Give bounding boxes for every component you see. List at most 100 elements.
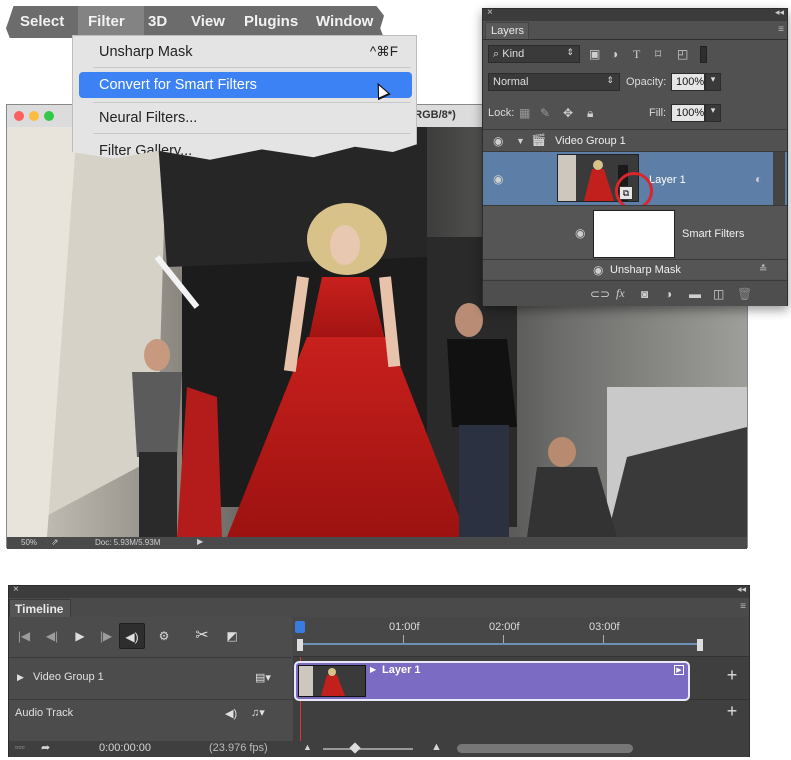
menu-filter[interactable]: Filter: [88, 13, 125, 30]
mute-audio-icon[interactable]: ◀): [119, 623, 145, 649]
play-icon[interactable]: ▶: [69, 623, 91, 649]
disclosure-triangle-icon[interactable]: ▶: [17, 672, 24, 683]
track-video-group[interactable]: ▶ Video Group 1 ▤▾: [9, 657, 292, 699]
ruler-label: 01:00f: [389, 621, 420, 633]
settings-gear-icon[interactable]: ⚙: [151, 623, 177, 649]
shape-layer-filter-icon[interactable]: ⌑: [655, 47, 661, 61]
add-mask-icon[interactable]: ◙: [641, 287, 648, 301]
fill-input[interactable]: 100%: [671, 104, 705, 122]
menu-item-neural-filters[interactable]: Neural Filters...: [79, 105, 412, 131]
add-media-button[interactable]: +: [718, 665, 746, 693]
menu-plugins[interactable]: Plugins: [244, 13, 298, 30]
menu-select[interactable]: Select: [20, 13, 64, 30]
clip-options-icon[interactable]: ▶: [674, 665, 684, 675]
menu-window[interactable]: Window: [316, 13, 373, 30]
layer-row-unsharp-mask[interactable]: ◉ Unsharp Mask ≛: [483, 259, 787, 279]
zoom-in-mountain-icon[interactable]: ▲: [431, 741, 442, 753]
collapse-panel-icon[interactable]: ◂◂: [737, 584, 746, 595]
pixel-layer-filter-icon[interactable]: ▣: [589, 47, 600, 61]
visibility-eye-icon[interactable]: ◉: [593, 263, 603, 277]
layer-row-smart-filters[interactable]: ◉ Smart Filters: [483, 205, 787, 259]
lock-transparent-pixels-icon[interactable]: ▦: [519, 106, 530, 120]
panel-header-bar: × ◂◂: [9, 584, 749, 598]
go-to-first-frame-icon[interactable]: |◀: [13, 623, 35, 649]
work-area-bar[interactable]: [297, 643, 699, 645]
fx-icon[interactable]: fx: [616, 286, 625, 300]
next-frame-icon[interactable]: |▶: [95, 623, 117, 649]
audio-mute-icon[interactable]: ◀): [225, 707, 237, 720]
zoom-slider[interactable]: [323, 748, 413, 750]
playhead-icon[interactable]: [295, 621, 305, 633]
transition-icon[interactable]: ◩: [219, 623, 245, 649]
close-panel-icon[interactable]: ×: [13, 584, 19, 595]
render-video-icon[interactable]: ➦: [41, 741, 50, 754]
previous-frame-icon[interactable]: ◀|: [41, 623, 63, 649]
zoom-out-mountain-icon[interactable]: ▲: [303, 742, 312, 752]
convert-to-frame-animation-icon[interactable]: ▫▫▫: [15, 742, 25, 752]
adjustment-layer-filter-icon[interactable]: ◑: [611, 47, 618, 61]
close-panel-icon[interactable]: ×: [487, 7, 493, 18]
panel-scrollbar[interactable]: [773, 152, 785, 206]
blend-mode-select[interactable]: Normal ⇕: [488, 73, 620, 91]
track-name: Video Group 1: [33, 671, 104, 683]
opacity-dropdown-button[interactable]: ▾: [705, 73, 721, 91]
lock-all-icon[interactable]: 🔒︎: [587, 106, 593, 120]
lock-position-icon[interactable]: ✥: [563, 106, 573, 120]
music-note-icon[interactable]: ♫▾: [251, 706, 265, 719]
close-window-button[interactable]: [14, 111, 24, 121]
menu-item-convert-for-smart-filters[interactable]: Convert for Smart Filters: [79, 72, 412, 98]
work-area-end-handle[interactable]: [697, 639, 703, 651]
lock-image-pixels-icon[interactable]: ✎: [540, 106, 550, 120]
share-icon[interactable]: ⇗: [51, 537, 59, 548]
zoom-level[interactable]: 50%: [21, 538, 37, 547]
smart-filters-label: Smart Filters: [682, 228, 745, 240]
film-strip-icon[interactable]: ▤▾: [255, 671, 271, 684]
timeline-controls-column: |◀ ◀| ▶ |▶ ◀) ⚙ ✂ ◩ ▶ Video Group 1 ▤▾ A…: [9, 617, 292, 741]
opacity-input[interactable]: 100%: [671, 73, 705, 91]
type-layer-filter-icon[interactable]: T: [633, 47, 640, 61]
time-ruler[interactable]: 01:00f 02:00f 03:00f: [293, 617, 749, 657]
menu-3d[interactable]: 3D: [148, 13, 167, 30]
menu-item-label: Neural Filters...: [99, 110, 198, 126]
link-layers-icon[interactable]: ⊂⊃: [590, 287, 610, 301]
filter-toggle-switch[interactable]: [700, 46, 707, 63]
layer-filter-kind-select[interactable]: ⌕ Kind ⇕: [488, 45, 580, 63]
smart-filter-options-icon[interactable]: ◐: [755, 172, 762, 186]
visibility-eye-icon[interactable]: ◉: [493, 134, 503, 148]
chevron-updown-icon: ⇕: [566, 47, 574, 57]
tab-layers[interactable]: Layers: [485, 22, 529, 39]
collapse-panel-icon[interactable]: ◂◂: [775, 7, 784, 18]
filter-name: Unsharp Mask: [610, 264, 681, 276]
minimize-window-button[interactable]: [29, 111, 39, 121]
clip-expand-triangle-icon[interactable]: ▶: [370, 665, 376, 674]
smart-object-filter-icon[interactable]: ◰: [677, 47, 688, 61]
menu-item-unsharp-mask[interactable]: Unsharp Mask ^⌘F: [79, 39, 412, 65]
split-scissors-icon[interactable]: ✂: [189, 623, 215, 649]
menu-separator: [93, 67, 411, 68]
ruler-tick: [503, 635, 504, 643]
new-layer-icon[interactable]: ◫: [713, 287, 724, 301]
panel-menu-icon[interactable]: ≡: [778, 24, 784, 35]
menu-view[interactable]: View: [191, 13, 225, 30]
ruler-tick: [603, 635, 604, 643]
zoom-slider-thumb[interactable]: [349, 742, 361, 754]
add-audio-button[interactable]: +: [718, 701, 746, 725]
delete-layer-icon[interactable]: 🗑︎: [737, 287, 752, 301]
new-group-icon[interactable]: ▬: [689, 287, 701, 301]
blending-options-icon[interactable]: ≛: [759, 263, 767, 277]
status-menu-arrow-icon[interactable]: ▶: [197, 537, 203, 546]
timeline-horizontal-scrollbar[interactable]: [457, 744, 633, 753]
track-audio[interactable]: Audio Track ◀) ♫▾: [9, 699, 292, 727]
fill-label: Fill:: [649, 107, 667, 119]
visibility-eye-icon[interactable]: ◉: [493, 172, 503, 186]
panel-menu-icon[interactable]: ≡: [740, 601, 746, 612]
fill-dropdown-button[interactable]: ▾: [705, 104, 721, 122]
visibility-eye-icon[interactable]: ◉: [575, 226, 585, 240]
zoom-window-button[interactable]: [44, 111, 54, 121]
video-clip-layer-1[interactable]: ▶ Layer 1 ▶: [294, 661, 690, 701]
layer-row-video-group[interactable]: ◉ ▼ 🎬︎ Video Group 1: [483, 129, 787, 151]
tab-timeline[interactable]: Timeline: [9, 599, 71, 617]
work-area-start-handle[interactable]: [297, 639, 303, 651]
adjustment-layer-icon[interactable]: ◑: [665, 287, 672, 301]
disclosure-triangle-icon[interactable]: ▼: [516, 134, 525, 148]
